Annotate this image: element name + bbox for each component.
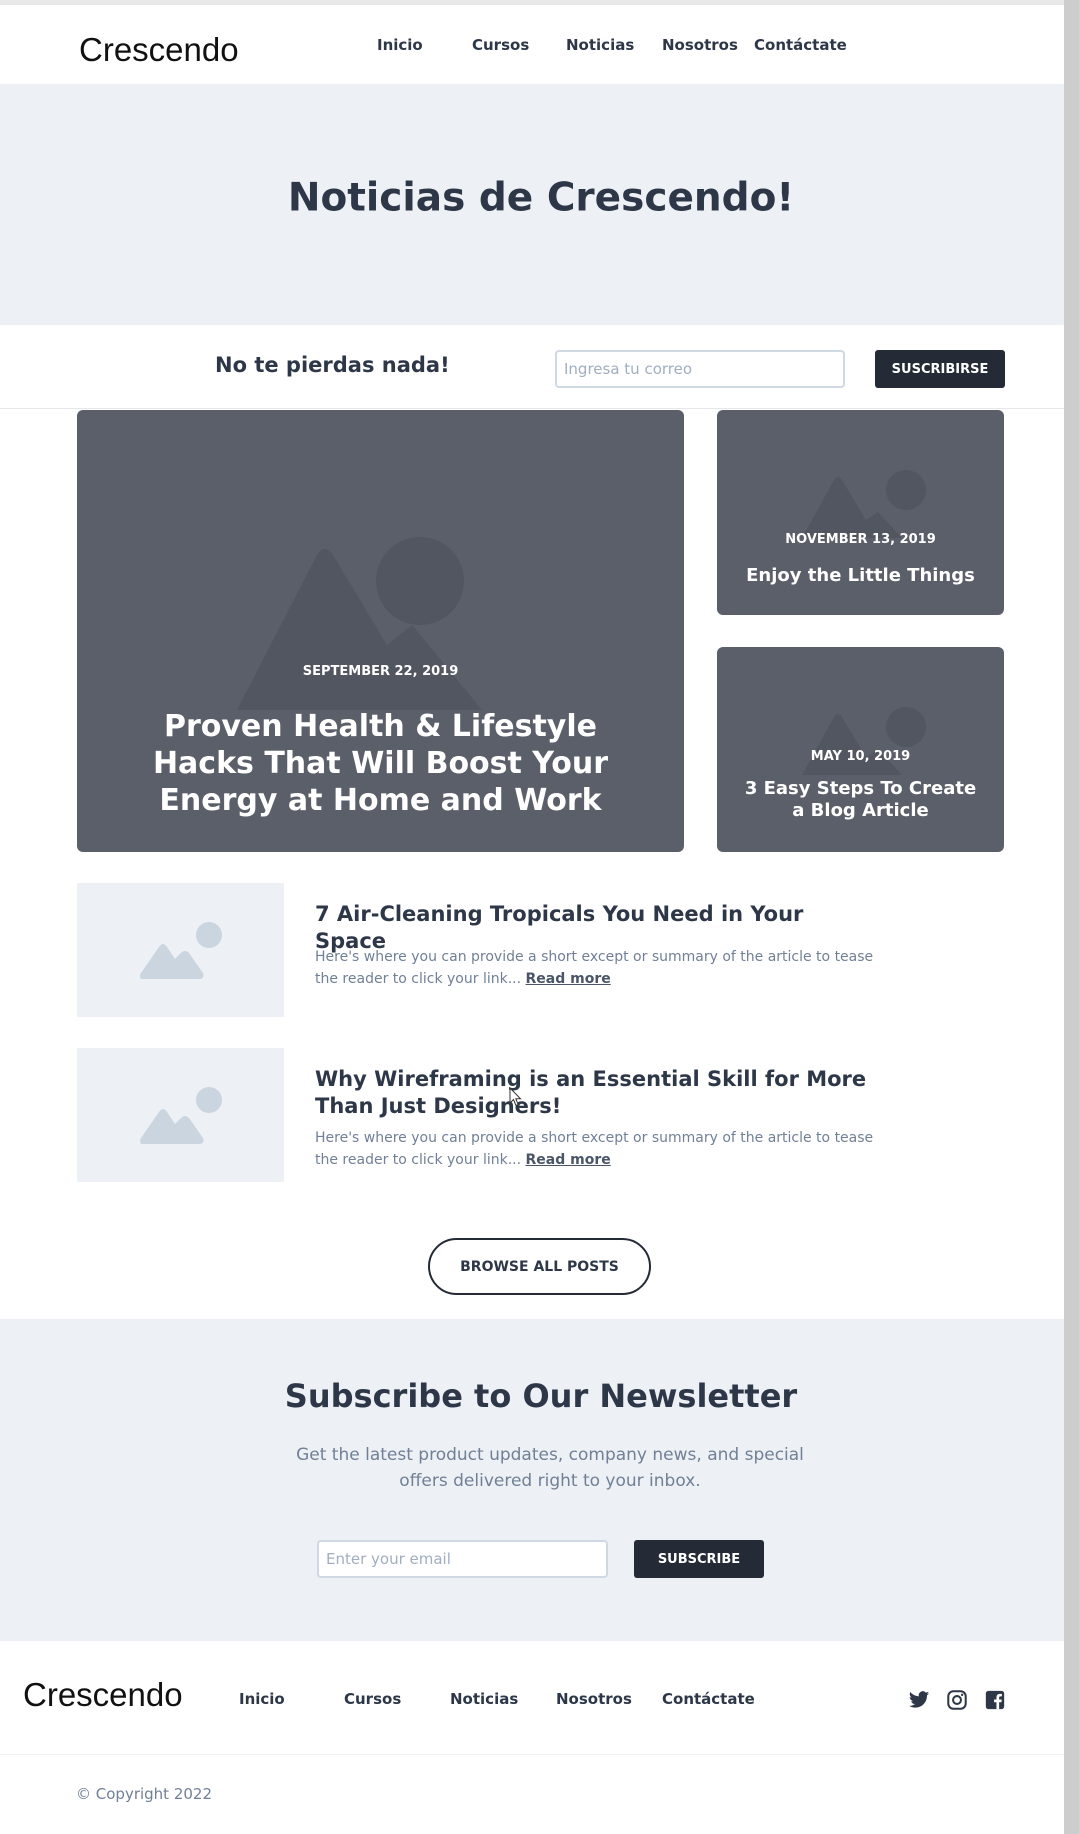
image-placeholder-icon <box>802 470 926 538</box>
twitter-icon[interactable] <box>908 1689 930 1711</box>
featured-side-2-date: MAY 10, 2019 <box>810 749 911 764</box>
read-more-link[interactable]: Read more <box>526 971 611 987</box>
newsletter-email-input[interactable] <box>317 1540 608 1578</box>
nav-item-contactate[interactable]: Contáctate <box>754 36 847 54</box>
image-placeholder-icon <box>237 537 482 710</box>
post-thumbnail[interactable] <box>77 1048 284 1182</box>
featured-card-side-1[interactable]: NOVEMBER 13, 2019 Enjoy the Little Thing… <box>717 410 1004 615</box>
page: Crescendo Inicio Cursos Noticias Nosotro… <box>0 0 1064 1834</box>
suscribirse-button[interactable]: SUSCRIBIRSE <box>875 350 1005 388</box>
nav-item-inicio[interactable]: Inicio <box>377 36 423 54</box>
featured-card-side-2[interactable]: MAY 10, 2019 3 Easy Steps To Create a Bl… <box>717 647 1004 852</box>
footer-nav-item-nosotros[interactable]: Nosotros <box>556 1690 632 1708</box>
newsletter-title: Subscribe to Our Newsletter <box>284 1377 798 1415</box>
site-logo[interactable]: Crescendo <box>79 33 239 66</box>
scrollbar[interactable] <box>1064 0 1079 1834</box>
post-title[interactable]: Why Wireframing is an Essential Skill fo… <box>315 1066 875 1120</box>
mouse-cursor-icon <box>509 1087 522 1107</box>
featured-main-title[interactable]: Proven Health & Lifestyle Hacks That Wil… <box>77 708 684 819</box>
featured-side-1-date: NOVEMBER 13, 2019 <box>785 532 936 547</box>
footer-logo[interactable]: Crescendo <box>23 1678 183 1711</box>
hero-section: Noticias de Crescendo! <box>0 84 1064 325</box>
read-more-link[interactable]: Read more <box>526 1152 611 1168</box>
subscribe-button[interactable]: SUBSCRIBE <box>634 1540 764 1578</box>
footer-nav-item-noticias[interactable]: Noticias <box>450 1690 518 1708</box>
footer-nav-item-cursos[interactable]: Cursos <box>344 1690 401 1708</box>
featured-side-2-title[interactable]: 3 Easy Steps To Create a Blog Article <box>717 778 1004 822</box>
nav-item-noticias[interactable]: Noticias <box>566 36 634 54</box>
nav-item-cursos[interactable]: Cursos <box>472 36 529 54</box>
post-excerpt: Here's where you can provide a short exc… <box>315 946 895 990</box>
strip-heading: No te pierdas nada! <box>215 353 450 377</box>
site-header: Crescendo Inicio Cursos Noticias Nosotro… <box>0 5 1064 84</box>
instagram-icon[interactable] <box>946 1689 968 1711</box>
subscribe-strip: No te pierdas nada! SUSCRIBIRSE <box>0 325 1064 409</box>
image-placeholder-icon <box>802 707 926 775</box>
browse-all-posts-button[interactable]: BROWSE ALL POSTS <box>428 1238 651 1295</box>
footer-nav-item-inicio[interactable]: Inicio <box>239 1690 285 1708</box>
post-excerpt: Here's where you can provide a short exc… <box>315 1127 895 1171</box>
featured-side-1-title[interactable]: Enjoy the Little Things <box>717 565 1004 586</box>
newsletter-section: Subscribe to Our Newsletter Get the late… <box>0 1319 1064 1641</box>
strip-email-input[interactable] <box>555 350 845 388</box>
image-placeholder-icon <box>140 1087 222 1144</box>
copyright-text: © Copyright 2022 <box>76 1785 213 1803</box>
footer-nav-item-contactate[interactable]: Contáctate <box>662 1690 755 1708</box>
page-title: Noticias de Crescendo! <box>287 175 795 221</box>
featured-card-main[interactable]: SEPTEMBER 22, 2019 Proven Health & Lifes… <box>77 410 684 852</box>
image-placeholder-icon <box>140 922 222 979</box>
newsletter-text: Get the latest product updates, company … <box>296 1445 804 1491</box>
facebook-icon[interactable] <box>984 1689 1006 1711</box>
post-thumbnail[interactable] <box>77 883 284 1017</box>
site-footer: Crescendo Inicio Cursos Noticias Nosotro… <box>0 1641 1064 1834</box>
nav-item-nosotros[interactable]: Nosotros <box>662 36 738 54</box>
featured-main-date: SEPTEMBER 22, 2019 <box>302 664 459 679</box>
footer-divider <box>0 1754 1064 1755</box>
